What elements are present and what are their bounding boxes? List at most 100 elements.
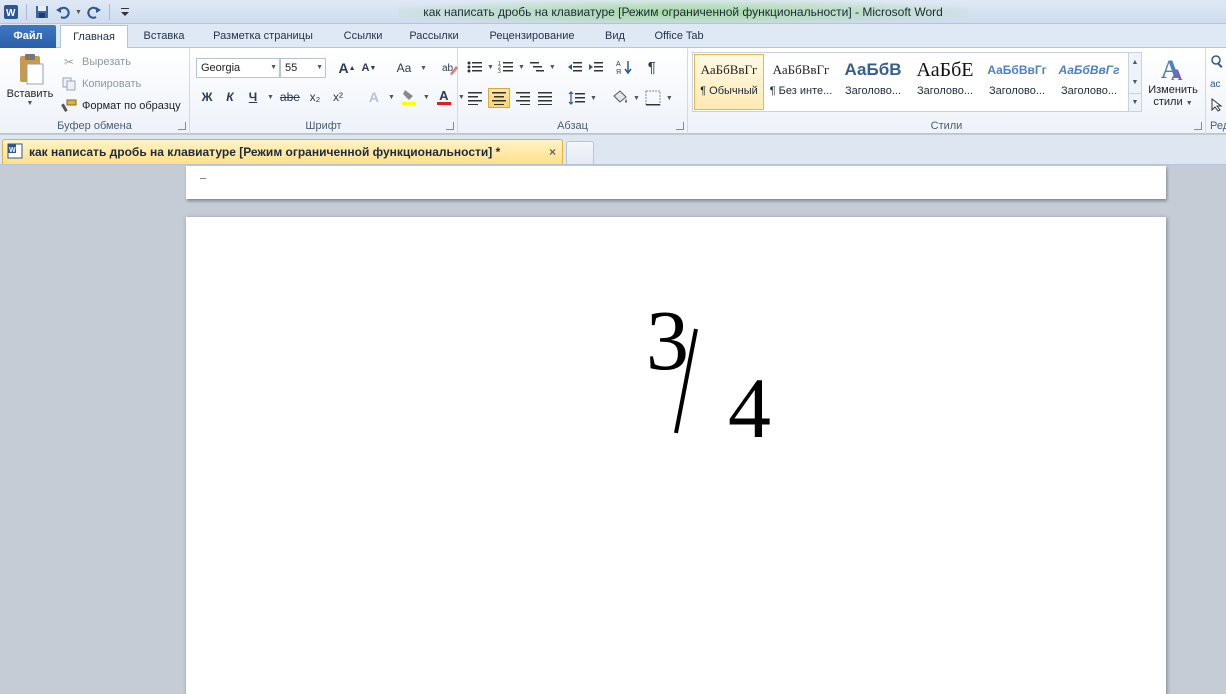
numbering-dropdown-icon[interactable]: ▼ xyxy=(518,64,525,71)
styles-launcher-icon[interactable] xyxy=(1194,122,1202,130)
svg-text:A: A xyxy=(1171,67,1183,84)
bold-label: Ж xyxy=(201,90,213,104)
line-spacing-icon[interactable] xyxy=(568,89,586,107)
sort-icon[interactable]: АЯ xyxy=(615,58,633,76)
cut-button[interactable]: ✂ Вырезать xyxy=(60,52,131,72)
highlight-dropdown-icon[interactable]: ▼ xyxy=(423,94,430,101)
copy-button[interactable]: Копировать xyxy=(60,74,141,94)
ribbon-tab-strip: Файл Главная Вставка Разметка страницы С… xyxy=(0,24,1226,49)
subscript-label: x₂ xyxy=(309,90,321,104)
change-styles-dropdown-icon: ▼ xyxy=(1185,100,1193,107)
style-heading-4-name: Заголово... xyxy=(1060,85,1118,97)
shading-dropdown-icon[interactable]: ▼ xyxy=(633,95,640,102)
tab-mailings[interactable]: Рассылки xyxy=(400,25,468,48)
shrink-font-button[interactable]: A ▼ xyxy=(360,59,378,77)
tab-insert[interactable]: Вставка xyxy=(134,25,194,48)
clipboard-launcher-icon[interactable] xyxy=(178,122,186,130)
tab-file[interactable]: Файл xyxy=(0,25,56,48)
paste-label: Вставить xyxy=(6,88,54,100)
multilevel-list-icon[interactable] xyxy=(528,58,546,76)
align-right-icon[interactable] xyxy=(514,89,532,107)
change-styles-button[interactable]: AA Изменить стили ▼ xyxy=(1144,52,1202,116)
highlight-icon[interactable] xyxy=(400,88,418,106)
document-workspace: 3 4 xyxy=(0,166,1226,694)
paragraph-launcher-icon[interactable] xyxy=(676,122,684,130)
bold-button[interactable]: Ж xyxy=(198,88,216,106)
borders-icon[interactable] xyxy=(644,89,662,107)
text-effects-icon[interactable]: A xyxy=(365,88,383,106)
style-no-spacing[interactable]: АаБбВвГг ¶ Без инте... xyxy=(766,54,836,110)
style-heading-1[interactable]: АаБбВ Заголово... xyxy=(838,54,908,110)
paste-button[interactable]: Вставить ▼ xyxy=(4,52,56,116)
tab-view[interactable]: Вид xyxy=(596,25,634,48)
format-painter-button[interactable]: Формат по образцу xyxy=(60,96,181,116)
tab-references[interactable]: Ссылки xyxy=(334,25,392,48)
previous-page xyxy=(186,166,1166,199)
underline-button[interactable]: Ч xyxy=(244,88,262,106)
strikethrough-button[interactable]: abe xyxy=(279,88,301,106)
change-case-label: Aa xyxy=(396,61,412,75)
grow-font-button[interactable]: A ▲ xyxy=(338,59,356,77)
styles-more-icon[interactable]: ▼ xyxy=(1129,93,1141,111)
paste-dropdown-icon[interactable]: ▼ xyxy=(4,100,56,107)
font-size-select[interactable]: 55 ▼ xyxy=(280,58,326,78)
format-painter-icon xyxy=(60,97,78,115)
styles-scroll-up-icon[interactable]: ▲ xyxy=(1129,53,1141,73)
line-spacing-dropdown-icon[interactable]: ▼ xyxy=(590,95,597,102)
style-heading-2[interactable]: АаБбЕ Заголово... xyxy=(910,54,980,110)
title-bar: W ▼ как написать дробь на клавиатуре [Ре… xyxy=(0,0,1226,24)
select-icon[interactable] xyxy=(1210,97,1224,115)
font-size-value: 55 xyxy=(285,62,298,74)
numbering-icon[interactable]: 123 xyxy=(497,58,515,76)
italic-button[interactable]: К xyxy=(221,88,239,106)
tab-review[interactable]: Рецензирование xyxy=(476,25,588,48)
new-tab-button[interactable] xyxy=(566,141,594,164)
scissors-icon: ✂ xyxy=(63,55,75,69)
styles-group: АаБбВвГг ¶ Обычный АаБбВвГг ¶ Без инте..… xyxy=(688,48,1206,134)
tab-page-layout[interactable]: Разметка страницы xyxy=(202,25,324,48)
style-heading-2-sample: АаБбЕ xyxy=(916,59,974,81)
underline-dropdown-icon[interactable]: ▼ xyxy=(267,94,274,101)
subscript-button[interactable]: x₂ xyxy=(306,88,324,106)
italic-label: К xyxy=(226,90,234,104)
style-no-spacing-name: ¶ Без инте... xyxy=(769,85,833,97)
bullets-dropdown-icon[interactable]: ▼ xyxy=(487,64,494,71)
align-center-icon[interactable] xyxy=(488,88,510,108)
change-case-button[interactable]: Aa xyxy=(392,59,416,77)
style-heading-3[interactable]: АаБбВвГг Заголово... xyxy=(982,54,1052,110)
style-normal[interactable]: АаБбВвГг ¶ Обычный xyxy=(694,54,764,110)
font-size-dropdown-icon: ▼ xyxy=(316,64,323,71)
find-icon[interactable] xyxy=(1210,54,1224,71)
grow-font-label: A xyxy=(338,60,349,76)
close-tab-icon[interactable]: × xyxy=(549,145,556,159)
bullets-icon[interactable] xyxy=(466,58,484,76)
style-heading-3-name: Заголово... xyxy=(988,85,1046,97)
font-family-select[interactable]: Georgia ▼ xyxy=(196,58,280,78)
style-normal-sample: АаБбВвГг xyxy=(700,62,758,77)
clear-formatting-icon[interactable]: ab xyxy=(441,59,459,77)
decrease-indent-icon[interactable] xyxy=(566,58,584,76)
styles-scroll-down-icon[interactable]: ▼ xyxy=(1129,73,1141,93)
pilcrow-label: ¶ xyxy=(647,58,656,76)
document-page[interactable]: 3 4 xyxy=(186,217,1166,694)
styles-gallery-scroll: ▲ ▼ ▼ xyxy=(1128,52,1142,112)
style-heading-4[interactable]: АаБбВвГг Заголово... xyxy=(1054,54,1124,110)
font-launcher-icon[interactable] xyxy=(446,122,454,130)
multilevel-dropdown-icon[interactable]: ▼ xyxy=(549,64,556,71)
page-corner-mark xyxy=(200,178,206,179)
font-color-icon[interactable]: A xyxy=(435,88,453,106)
align-left-icon[interactable] xyxy=(466,89,484,107)
show-formatting-button[interactable]: ¶ xyxy=(643,58,661,76)
superscript-button[interactable]: x² xyxy=(329,88,347,106)
tab-home[interactable]: Главная xyxy=(60,25,128,49)
borders-dropdown-icon[interactable]: ▼ xyxy=(666,95,673,102)
document-tab[interactable]: W как написать дробь на клавиатуре [Режи… xyxy=(2,139,563,164)
justify-icon[interactable] xyxy=(536,89,554,107)
text-effects-dropdown-icon[interactable]: ▼ xyxy=(388,94,395,101)
tab-office-tab[interactable]: Office Tab xyxy=(642,25,716,48)
replace-icon[interactable]: ac xyxy=(1210,76,1224,93)
shading-icon[interactable] xyxy=(611,89,629,107)
change-case-dropdown-icon[interactable]: ▼ xyxy=(420,65,427,72)
increase-indent-icon[interactable] xyxy=(587,58,605,76)
copy-label: Копировать xyxy=(82,78,142,90)
